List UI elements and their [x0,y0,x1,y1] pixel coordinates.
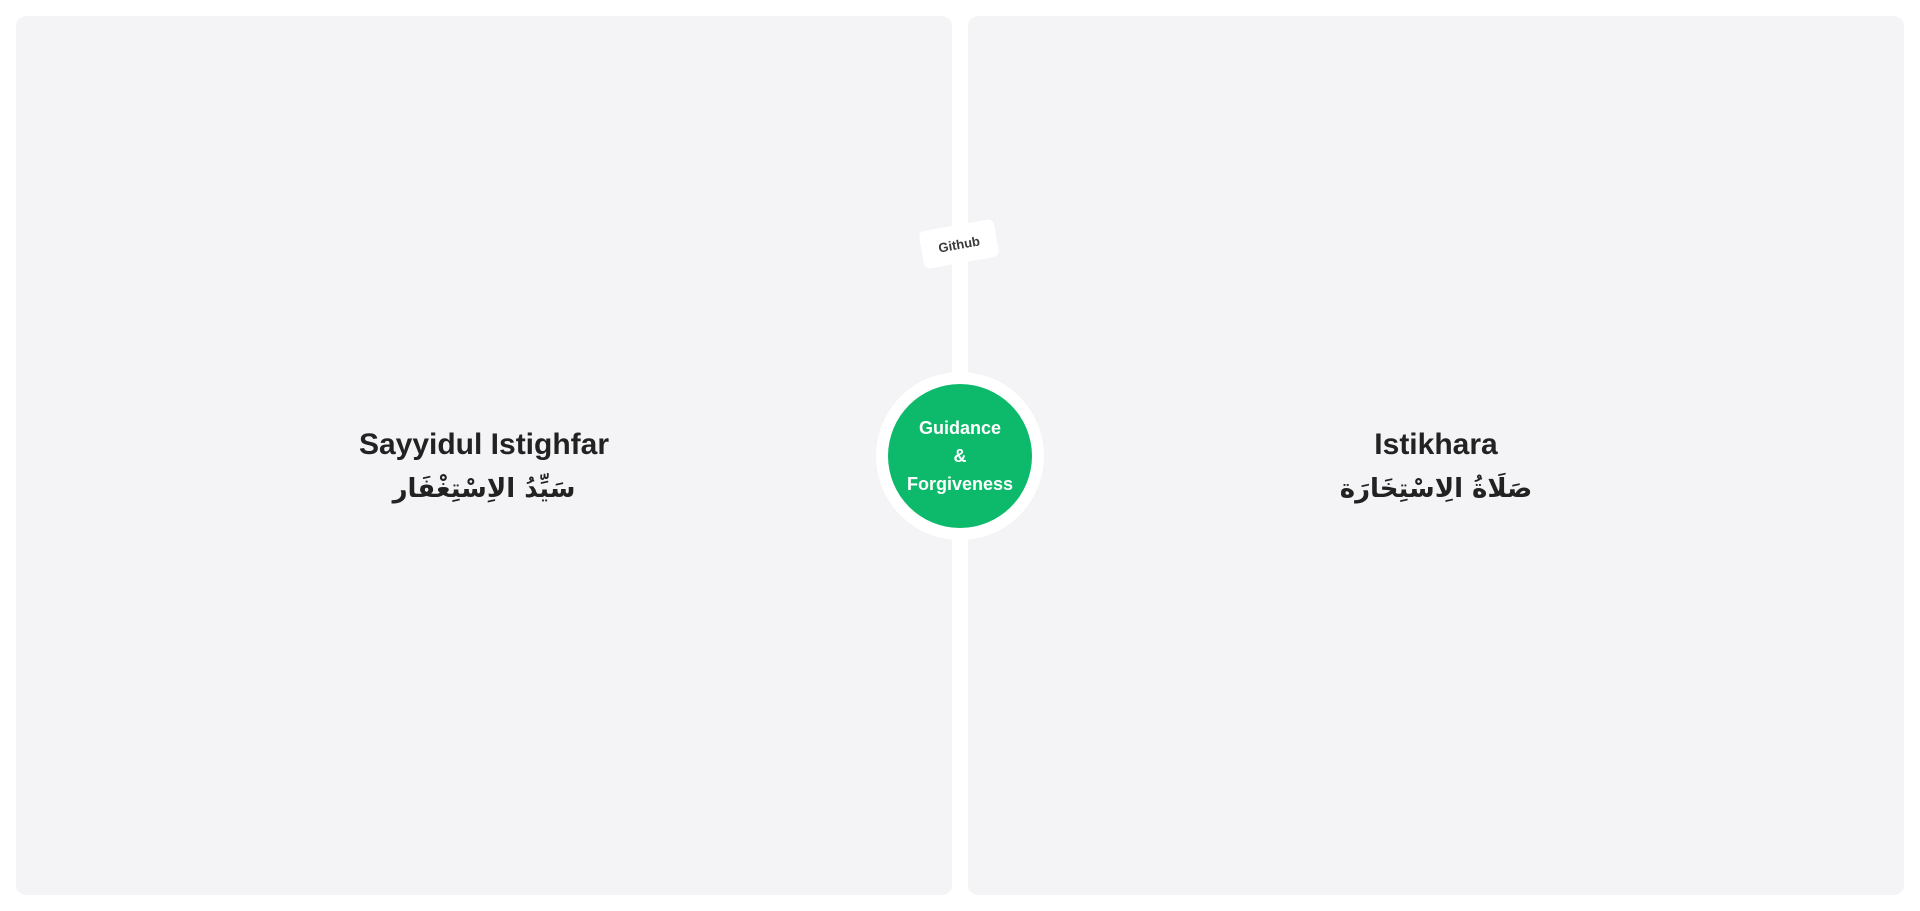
sayyidul-istighfar-title: Sayyidul Istighfar [358,427,610,461]
center-badge-line-3: Forgiveness [906,474,1014,494]
center-badge-ring: Guidance & Forgiveness [876,372,1044,540]
center-badge: Guidance & Forgiveness [888,384,1032,528]
center-badge-line-1: Guidance [918,418,1002,438]
page: Sayyidul Istighfar سَيِّدُ الاِسْتِغْفَا… [0,0,1920,911]
istikhara-arabic: صَلَاةُ الِاسْتِخَارَة [1339,473,1533,504]
sayyidul-istighfar-arabic: سَيِّدُ الاِسْتِغْفَار [392,473,576,504]
sayyidul-istighfar-panel[interactable]: Sayyidul Istighfar سَيِّدُ الاِسْتِغْفَا… [16,16,952,895]
center-badge-line-2: & [953,446,967,466]
istikhara-panel[interactable]: Istikhara صَلَاةُ الِاسْتِخَارَة [968,16,1904,895]
istikhara-title: Istikhara [1374,427,1498,461]
